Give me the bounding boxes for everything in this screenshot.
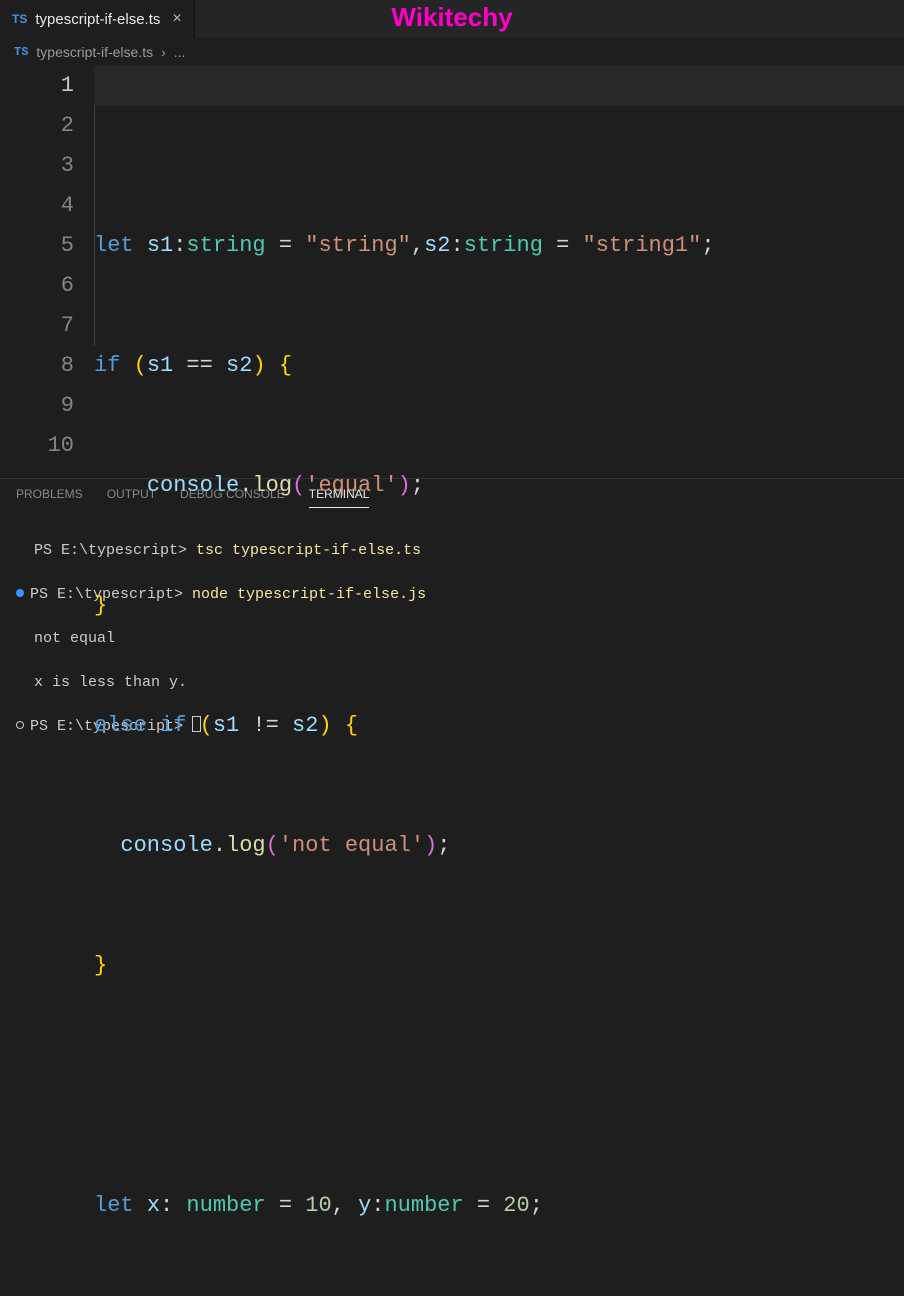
tab-file[interactable]: TS typescript-if-else.ts × <box>0 0 195 38</box>
typescript-icon: TS <box>14 45 28 59</box>
breadcrumb-filename: typescript-if-else.ts <box>36 44 153 60</box>
dot-icon <box>16 721 24 729</box>
typescript-icon: TS <box>12 12 27 26</box>
chevron-right-icon: › <box>161 44 166 60</box>
code-line: else if (s1 != s2) { <box>94 706 904 746</box>
code-line: let s1:string = "string",s2:string = "st… <box>94 226 904 266</box>
code-line: console.log('equal'); <box>94 466 904 506</box>
tab-bar: TS typescript-if-else.ts × Wikitechy <box>0 0 904 38</box>
code-line: } <box>94 946 904 986</box>
code-line: let x: number = 10, y:number = 20; <box>94 1186 904 1226</box>
code-line <box>94 1066 904 1106</box>
code-line: console.log('not equal'); <box>94 826 904 866</box>
terminal-line: x is less than y. <box>16 672 888 694</box>
breadcrumb-rest: ... <box>174 44 186 60</box>
terminal-line: not equal <box>16 628 888 650</box>
tab-problems[interactable]: PROBLEMS <box>16 487 83 508</box>
breadcrumb[interactable]: TS typescript-if-else.ts › ... <box>0 38 904 66</box>
dot-icon <box>16 589 24 597</box>
code-line: } <box>94 586 904 626</box>
watermark-label: Wikitechy <box>391 2 512 33</box>
tab-filename: typescript-if-else.ts <box>35 11 160 28</box>
close-icon[interactable]: × <box>172 10 181 28</box>
terminal-line: PS E:\typescript> tsc typescript-if-else… <box>16 540 888 562</box>
code-line: if (s1 == s2) { <box>94 346 904 386</box>
